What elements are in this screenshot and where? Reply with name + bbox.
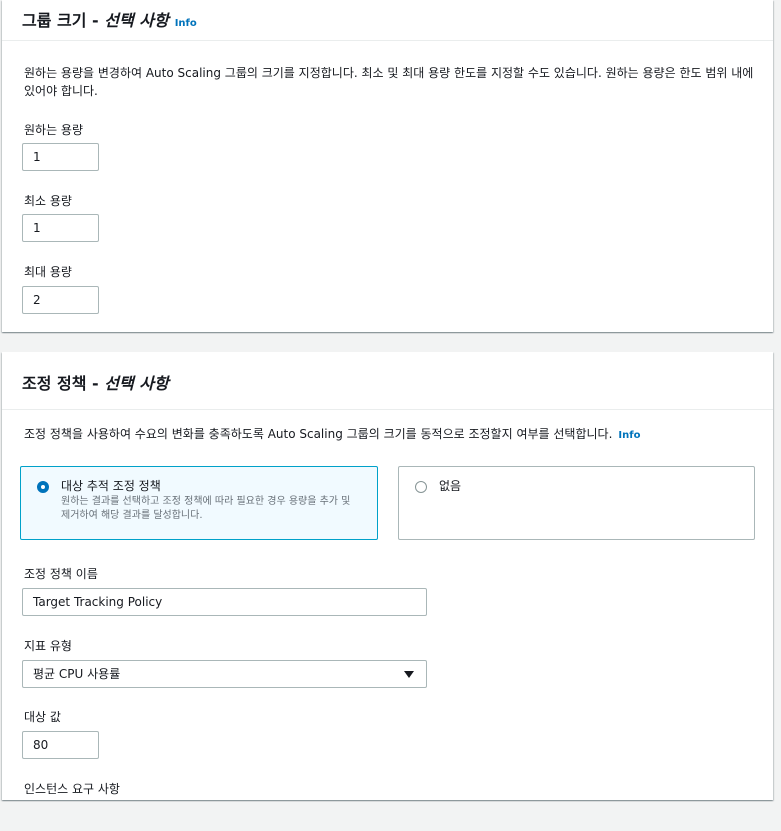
caret-down-icon	[404, 671, 414, 678]
instance-requirements-label: 인스턴스 요구 사항	[24, 782, 120, 796]
policy-name-input[interactable]: Target Tracking Policy	[22, 588, 427, 616]
metric-type-select[interactable]: 평균 CPU 사용률	[22, 660, 427, 688]
target-tracking-description: 원하는 결과를 선택하고 조정 정책에 따라 필요한 경우 용량을 추가 및 제…	[61, 496, 351, 521]
radio-none[interactable]: 없음	[398, 466, 755, 540]
target-value-label: 대상 값	[24, 710, 61, 724]
desired-capacity-input[interactable]: 1	[22, 143, 99, 171]
group-size-optional: 선택 사항	[104, 11, 169, 30]
scaling-policy-info-link[interactable]: Info	[618, 430, 640, 441]
target-tracking-label: 대상 추적 조정 정책	[61, 479, 161, 493]
group-size-title: 그룹 크기 - 선택 사항 Info	[22, 11, 197, 30]
max-capacity-input[interactable]: 2	[22, 286, 99, 314]
metric-type-value: 평균 CPU 사용률	[33, 667, 121, 681]
scaling-policy-title: 조정 정책 - 선택 사항	[22, 374, 169, 393]
metric-type-label: 지표 유형	[24, 639, 72, 653]
policy-name-label: 조정 정책 이름	[24, 567, 98, 581]
group-size-description: 원하는 용량을 변경하여 Auto Scaling 그룹의 크기를 지정합니다.…	[24, 66, 754, 98]
group-size-info-link[interactable]: Info	[175, 18, 197, 29]
radio-selected-icon	[37, 481, 49, 493]
radio-unselected-icon	[415, 481, 427, 493]
min-capacity-input[interactable]: 1	[22, 214, 99, 242]
target-value-input[interactable]: 80	[22, 731, 99, 759]
scaling-policy-description: 조정 정책을 사용하여 수요의 변화를 충족하도록 Auto Scaling 그…	[24, 427, 641, 441]
scaling-policy-optional: 선택 사항	[104, 374, 169, 393]
desired-capacity-label: 원하는 용량	[24, 123, 84, 137]
scaling-policy-header: 조정 정책 - 선택 사항	[2, 352, 773, 410]
group-size-header: 그룹 크기 - 선택 사항 Info	[2, 0, 773, 41]
min-capacity-label: 최소 용량	[24, 194, 72, 208]
none-option-label: 없음	[439, 479, 462, 493]
scaling-policy-panel: 조정 정책 - 선택 사항 조정 정책을 사용하여 수요의 변화를 충족하도록 …	[2, 352, 773, 800]
max-capacity-label: 최대 용량	[24, 265, 72, 279]
group-size-panel: 그룹 크기 - 선택 사항 Info 원하는 용량을 변경하여 Auto Scal…	[2, 0, 773, 332]
radio-target-tracking-policy[interactable]: 대상 추적 조정 정책 원하는 결과를 선택하고 조정 정책에 따라 필요한 경…	[20, 466, 378, 540]
